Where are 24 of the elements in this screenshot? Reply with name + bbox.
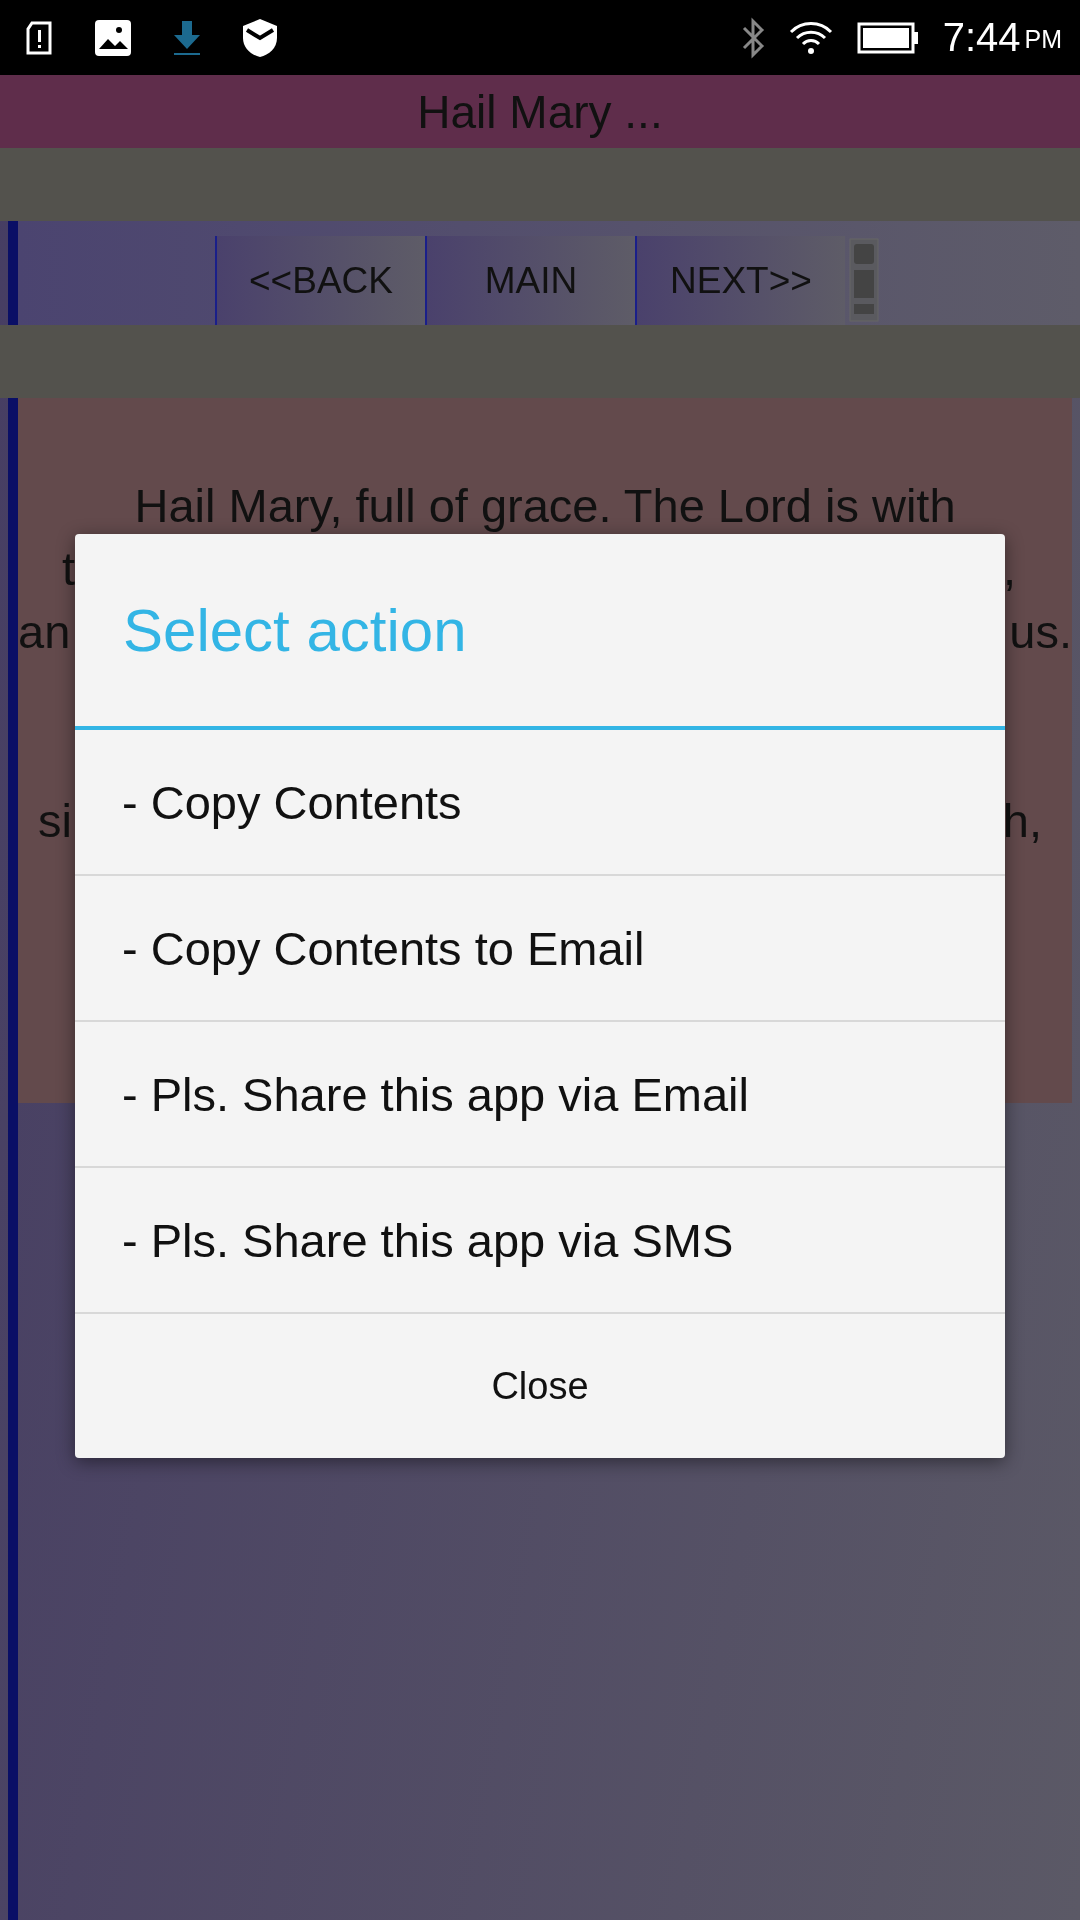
menu-item[interactable]: - Copy Contents to Email bbox=[75, 876, 1005, 1022]
prayer-text: an bbox=[18, 604, 71, 660]
prayer-text: t bbox=[62, 541, 76, 597]
wifi-icon bbox=[788, 20, 833, 55]
close-button[interactable]: Close bbox=[75, 1314, 1005, 1458]
page-title: Hail Mary ... bbox=[417, 84, 663, 139]
battery-icon bbox=[856, 21, 919, 54]
prayer-text: , bbox=[1002, 541, 1016, 597]
menu-item[interactable]: - Pls. Share this app via SMS bbox=[75, 1168, 1005, 1314]
clock-meridiem: PM bbox=[1024, 25, 1062, 54]
menu-item[interactable]: - Pls. Share this app via Email bbox=[75, 1022, 1005, 1168]
image-icon bbox=[94, 18, 132, 57]
prayer-text: si bbox=[38, 793, 72, 849]
prayer-text: us. bbox=[1009, 604, 1072, 660]
scrollbar-icon bbox=[849, 238, 879, 322]
clock-time: 7:44 bbox=[942, 15, 1021, 60]
download-icon bbox=[172, 18, 202, 57]
alert-card-icon bbox=[24, 20, 54, 55]
dialog-title: Select action bbox=[123, 595, 467, 665]
menu-item[interactable]: - Copy Contents bbox=[75, 730, 1005, 876]
bluetooth-icon bbox=[740, 16, 765, 59]
shield-icon bbox=[242, 17, 278, 58]
prayer-text: Hail Mary, full of grace. The Lord is with bbox=[133, 478, 957, 534]
prayer-text: h, bbox=[1002, 793, 1042, 849]
